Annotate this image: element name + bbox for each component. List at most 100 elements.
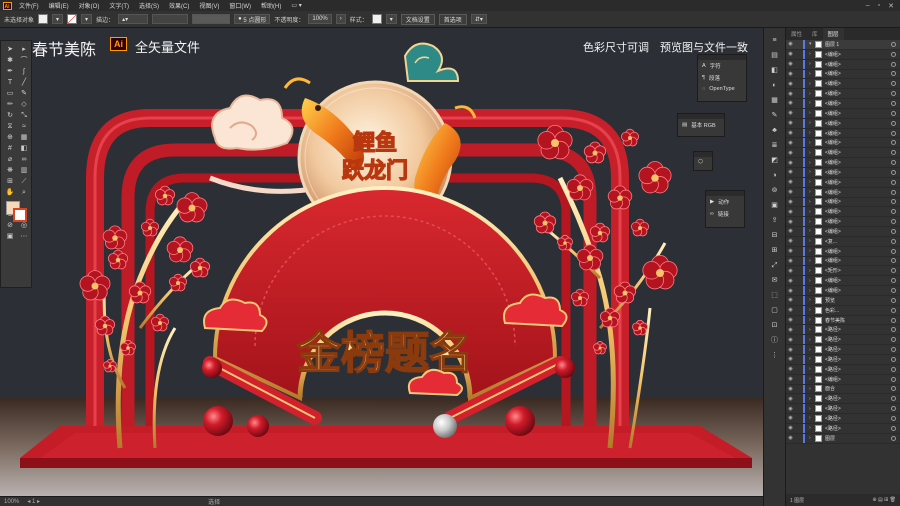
- visibility-eye-icon[interactable]: ◉: [786, 150, 795, 156]
- more-tools-icon[interactable]: ⋯: [18, 232, 30, 241]
- target-circle-icon[interactable]: [891, 327, 896, 333]
- visibility-eye-icon[interactable]: ◉: [786, 140, 795, 146]
- style-dropdown[interactable]: ▾: [385, 14, 397, 24]
- warp-tool-icon[interactable]: ≈: [18, 122, 30, 131]
- comments-icon[interactable]: ✉: [770, 276, 780, 285]
- target-circle-icon[interactable]: [891, 130, 896, 136]
- symbols-icon[interactable]: ♣: [770, 126, 780, 135]
- target-circle-icon[interactable]: [891, 268, 896, 274]
- perspective-icon[interactable]: ▦: [18, 133, 30, 142]
- grid-icon[interactable]: ⋮: [770, 351, 780, 360]
- shape-builder-icon[interactable]: ⊕: [4, 133, 16, 142]
- target-circle-icon[interactable]: [891, 347, 896, 353]
- opacity-arrow[interactable]: ›: [335, 14, 346, 24]
- layer-row[interactable]: ◉ › <编组>: [786, 286, 900, 296]
- menu-edit[interactable]: 编辑(E): [44, 1, 74, 10]
- layer-row[interactable]: ◉ › <编组>: [786, 79, 900, 90]
- layer-row[interactable]: ◉ › <编组>: [786, 128, 900, 139]
- visibility-eye-icon[interactable]: ◉: [786, 396, 795, 402]
- type-tool-icon[interactable]: T: [4, 78, 16, 87]
- layers-icon[interactable]: ◧: [770, 66, 780, 75]
- swatches-icon[interactable]: ▦: [770, 96, 780, 105]
- target-circle-icon[interactable]: [891, 386, 896, 392]
- layer-row[interactable]: ◉ › 面合: [786, 384, 900, 395]
- visibility-eye-icon[interactable]: ◉: [786, 268, 795, 274]
- artboards-icon[interactable]: ▢: [770, 306, 780, 315]
- target-circle-icon[interactable]: [891, 317, 896, 323]
- target-circle-icon[interactable]: [891, 169, 896, 175]
- target-circle-icon[interactable]: [891, 278, 896, 284]
- target-circle-icon[interactable]: [891, 189, 896, 195]
- visibility-eye-icon[interactable]: ◉: [786, 435, 795, 441]
- layer-row[interactable]: ◉ › <路径>: [786, 325, 900, 336]
- menu-effect[interactable]: 效果(C): [164, 1, 194, 10]
- width-tool-icon[interactable]: ⧖: [4, 122, 16, 131]
- opacity-input[interactable]: 100%: [308, 14, 332, 24]
- rotate-tool-icon[interactable]: ↻: [4, 111, 16, 120]
- target-circle-icon[interactable]: [891, 91, 896, 97]
- target-circle-icon[interactable]: [891, 120, 896, 126]
- layer-row[interactable]: ◉ › <编组>: [786, 227, 900, 237]
- visibility-eye-icon[interactable]: ◉: [786, 297, 795, 303]
- layer-row[interactable]: ◉ ▾ 图层 1: [786, 40, 900, 50]
- properties-icon[interactable]: ≡: [770, 36, 780, 45]
- visibility-eye-icon[interactable]: ◉: [786, 120, 795, 126]
- panel-links[interactable]: ∞ 链接: [706, 208, 744, 220]
- layer-row[interactable]: ◉ › <路径>: [786, 335, 900, 346]
- info-icon[interactable]: ⓘ: [770, 336, 780, 345]
- libraries-icon[interactable]: ▤: [770, 51, 780, 60]
- line-tool-icon[interactable]: ╱: [18, 78, 30, 87]
- eraser-tool-icon[interactable]: ◇: [18, 100, 30, 109]
- arrange-icon[interactable]: ⇵▾: [470, 14, 487, 24]
- layer-row[interactable]: ◉ › <编组>: [786, 256, 900, 267]
- layer-footer-icons[interactable]: ⊕ ▤ ⊞ 🗑: [872, 497, 900, 503]
- visibility-eye-icon[interactable]: ◉: [786, 278, 795, 284]
- visibility-eye-icon[interactable]: ◉: [786, 219, 795, 225]
- blend-tool-icon[interactable]: ∞: [18, 155, 30, 164]
- tab-libraries[interactable]: 库: [807, 28, 823, 40]
- pen-tool-icon[interactable]: ✒: [4, 67, 16, 76]
- lasso-icon[interactable]: ⌒: [18, 56, 30, 65]
- maximize-icon[interactable]: ▫: [878, 2, 880, 10]
- target-circle-icon[interactable]: [891, 396, 896, 402]
- visibility-eye-icon[interactable]: ◉: [786, 209, 795, 215]
- visibility-eye-icon[interactable]: ◉: [786, 169, 795, 175]
- visibility-eye-icon[interactable]: ◉: [786, 130, 795, 136]
- gradient-tool-icon[interactable]: ◧: [18, 144, 30, 153]
- navigator-icon[interactable]: ⊡: [770, 321, 780, 330]
- target-circle-icon[interactable]: [891, 415, 896, 421]
- visibility-eye-icon[interactable]: ◉: [786, 386, 795, 392]
- visibility-eye-icon[interactable]: ◉: [786, 327, 795, 333]
- style-swatch[interactable]: [371, 14, 382, 24]
- visibility-eye-icon[interactable]: ◉: [786, 189, 795, 195]
- fill-stroke-widget[interactable]: [4, 199, 30, 223]
- stroke-width-input[interactable]: ▴▾: [118, 14, 149, 24]
- variable-width-dropdown[interactable]: [152, 14, 189, 24]
- layer-row[interactable]: ◉ › <编组>: [786, 118, 900, 129]
- menu-view[interactable]: 视图(V): [194, 1, 224, 10]
- brush-tool-icon[interactable]: ✎: [18, 89, 30, 98]
- visibility-eye-icon[interactable]: ◉: [786, 110, 795, 116]
- layer-row[interactable]: ◉ › <编组>: [786, 167, 900, 178]
- visibility-eye-icon[interactable]: ◉: [786, 258, 795, 264]
- target-circle-icon[interactable]: [891, 61, 896, 67]
- visibility-eye-icon[interactable]: ◉: [786, 61, 795, 67]
- scale-tool-icon[interactable]: ⤡: [18, 111, 30, 120]
- menu-file[interactable]: 文件(F): [14, 1, 44, 10]
- target-circle-icon[interactable]: [891, 160, 896, 166]
- layer-row[interactable]: ◉ › <复...: [786, 236, 900, 247]
- visibility-eye-icon[interactable]: ◉: [786, 41, 795, 47]
- target-circle-icon[interactable]: [891, 140, 896, 146]
- document-settings-button[interactable]: 文档设置: [400, 13, 435, 25]
- stroke-color-swatch[interactable]: [13, 208, 27, 222]
- stroke-dropdown[interactable]: ▾: [81, 14, 93, 24]
- layer-row[interactable]: ◉ › <矩形>: [786, 266, 900, 277]
- layer-row[interactable]: ◉ › <编组>: [786, 138, 900, 149]
- minimize-icon[interactable]: –: [866, 2, 870, 10]
- target-circle-icon[interactable]: [891, 41, 896, 47]
- target-circle-icon[interactable]: [891, 425, 896, 431]
- target-circle-icon[interactable]: [891, 366, 896, 372]
- panel-character[interactable]: A 字符: [698, 60, 746, 72]
- artboard-tool-icon[interactable]: ⊞: [4, 177, 16, 186]
- layer-row[interactable]: ◉ › <编组>: [786, 89, 900, 100]
